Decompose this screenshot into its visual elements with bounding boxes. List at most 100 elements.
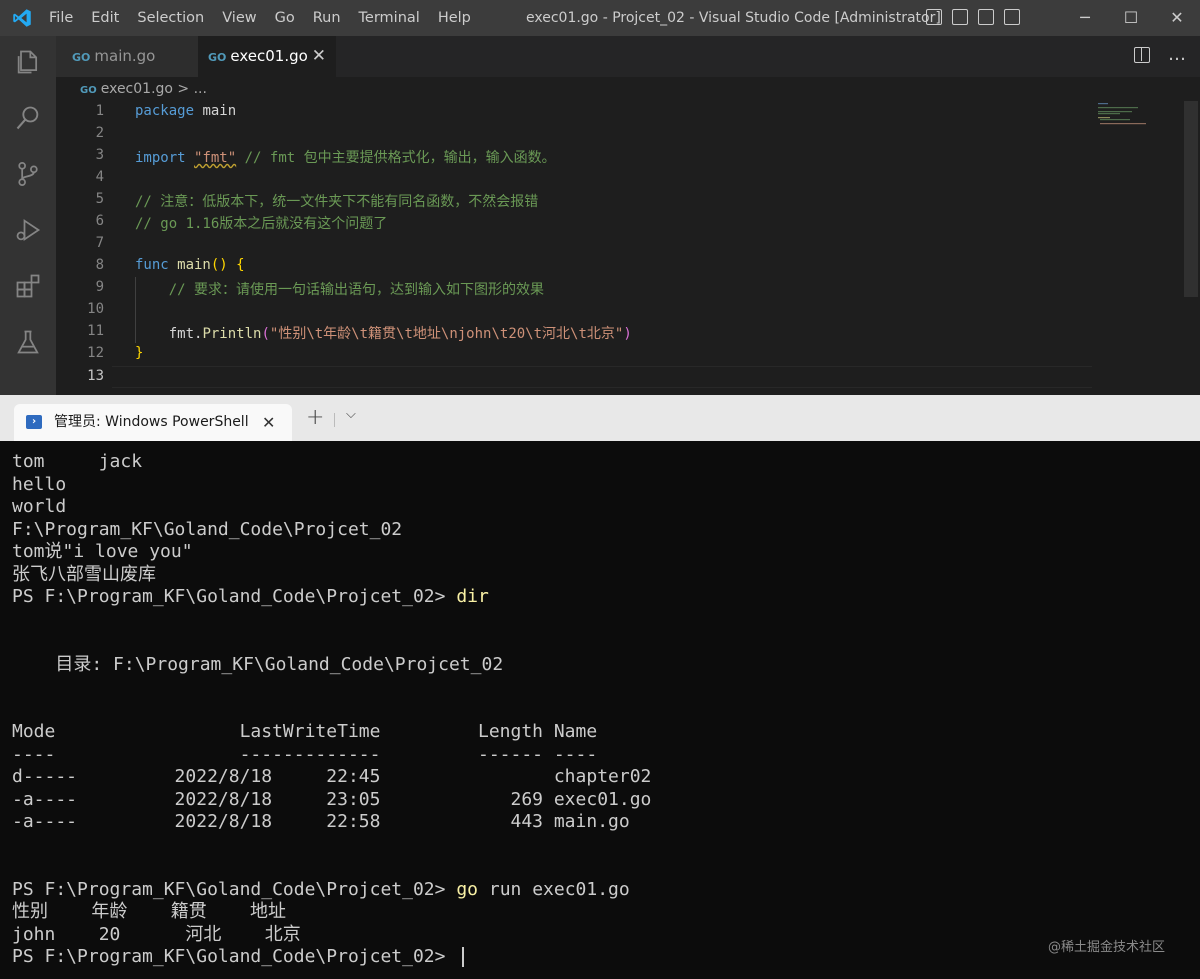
line-number: 4	[95, 169, 104, 185]
terminal-line: tom jack	[12, 451, 143, 472]
command: go	[456, 878, 479, 900]
code-line[interactable]: // 要求：请使用一句话输出语句，达到输入如下图形的效果	[135, 279, 544, 299]
breadcrumb-more[interactable]: ...	[194, 81, 207, 97]
terminal-prompt-line: PS F:\Program_KF\Goland_Code\Projcet_02>…	[12, 879, 630, 901]
terminal-line: 目录: F:\Program_KF\Goland_Code\Projcet_02	[12, 653, 504, 675]
code-line[interactable]: // go 1.16版本之后就没有这个问题了	[135, 213, 387, 233]
line-number: 5	[95, 191, 104, 207]
tab-exec01-go[interactable]: GO exec01.go ✕	[198, 36, 336, 77]
line-number: 7	[95, 235, 104, 251]
code-line[interactable]: fmt.Println("性别\t年龄\t籍贯\t地址\njohn\t20\t河…	[135, 323, 632, 343]
terminal-line: Mode LastWriteTime Length Name	[12, 721, 598, 742]
minimize-button[interactable]: ─	[1062, 0, 1108, 36]
code-line[interactable]: }	[135, 345, 143, 361]
text-cursor	[462, 947, 465, 967]
window-controls: ─ ☐ ✕	[1062, 0, 1200, 36]
menu-view[interactable]: View	[213, 0, 265, 36]
search-icon[interactable]	[14, 104, 42, 132]
go-file-icon: GO	[208, 51, 227, 64]
terminal-line: -a---- 2022/8/18 22:58 443 main.go	[12, 811, 630, 832]
terminal-prompt-line: PS F:\Program_KF\Goland_Code\Projcet_02>…	[12, 586, 489, 608]
close-window-button[interactable]: ✕	[1154, 0, 1200, 36]
terminal-line: john 20 河北 北京	[12, 923, 301, 945]
title-bar: File Edit Selection View Go Run Terminal…	[0, 0, 1200, 36]
line-number-current: 13	[87, 368, 104, 384]
code-line[interactable]: package main	[135, 103, 236, 119]
terminal-line: hello	[12, 473, 67, 495]
terminal-line: F:\Program_KF\Goland_Code\Projcet_02	[12, 518, 403, 540]
tab-main-go[interactable]: GO main.go	[56, 36, 198, 77]
extensions-icon[interactable]	[14, 272, 42, 300]
code-line[interactable]: import "fmt" // fmt 包中主要提供格式化，输出，输入函数。	[135, 147, 556, 167]
prompt: PS F:\Program_KF\Goland_Code\Projcet_02>	[12, 586, 457, 607]
testing-icon[interactable]	[14, 328, 42, 356]
maximize-button[interactable]: ☐	[1108, 0, 1154, 36]
close-tab-icon[interactable]: ✕	[312, 36, 326, 77]
run-debug-icon[interactable]	[14, 216, 42, 244]
close-tab-icon[interactable]: ✕	[262, 404, 275, 441]
line-number: 11	[87, 323, 104, 339]
explorer-icon[interactable]	[14, 48, 42, 76]
minimap[interactable]	[1096, 101, 1156, 131]
divider	[334, 413, 335, 427]
toggle-panel-icon[interactable]	[952, 9, 968, 25]
breadcrumb: GO exec01.go > ...	[56, 77, 1200, 101]
customize-layout-icon[interactable]	[1004, 9, 1020, 25]
code-line[interactable]: // 注意：低版本下，统一文件夹下不能有同名函数，不然会报错	[135, 191, 538, 211]
go-file-icon: GO	[80, 85, 97, 96]
prompt: PS F:\Program_KF\Goland_Code\Projcet_02>	[12, 878, 457, 900]
vscode-window: File Edit Selection View Go Run Terminal…	[0, 0, 1200, 395]
menu-selection[interactable]: Selection	[128, 0, 213, 36]
current-line-highlight	[112, 366, 1092, 388]
terminal-line: ---- ------------- ------ ----	[12, 743, 598, 765]
new-tab-button[interactable]: +	[306, 404, 324, 432]
command: dir	[456, 586, 489, 607]
window-title: exec01.go - Projcet_02 - Visual Studio C…	[526, 10, 941, 26]
menu-run[interactable]: Run	[304, 0, 350, 36]
watermark: @稀土掘金技术社区	[1048, 940, 1166, 955]
line-number: 3	[95, 147, 104, 163]
menu-bar: File Edit Selection View Go Run Terminal…	[40, 0, 480, 36]
vscode-logo-icon[interactable]	[12, 8, 32, 28]
more-actions-icon[interactable]: …	[1168, 36, 1186, 74]
powershell-window: › 管理员: Windows PowerShell ✕ + ⌵ tom jack…	[0, 395, 1200, 979]
terminal-line: 性别 年龄 籍贯 地址	[12, 901, 287, 922]
toggle-secondary-sidebar-icon[interactable]	[978, 9, 994, 25]
prompt: PS F:\Program_KF\Goland_Code\Projcet_02>	[12, 946, 457, 967]
powershell-icon: ›	[26, 415, 42, 429]
terminal-line: d----- 2022/8/18 22:45 chapter02	[12, 766, 652, 787]
split-editor-icon[interactable]	[1134, 47, 1150, 63]
terminal-tab-bar: › 管理员: Windows PowerShell ✕ + ⌵	[0, 395, 1200, 441]
menu-terminal[interactable]: Terminal	[350, 0, 429, 36]
line-number: 12	[87, 345, 104, 361]
line-number: 9	[95, 279, 104, 295]
line-number: 6	[95, 213, 104, 229]
code-line[interactable]: func main() {	[135, 257, 245, 273]
activity-bar	[0, 36, 56, 395]
chevron-right-icon: >	[177, 81, 190, 97]
terminal-tab[interactable]: › 管理员: Windows PowerShell ✕	[14, 404, 292, 441]
terminal-prompt-line: PS F:\Program_KF\Goland_Code\Projcet_02>	[12, 946, 465, 968]
menu-file[interactable]: File	[40, 0, 82, 36]
terminal-tab-title: 管理员: Windows PowerShell	[54, 414, 249, 430]
source-control-icon[interactable]	[14, 160, 42, 188]
menu-edit[interactable]: Edit	[82, 0, 128, 36]
layout-controls	[926, 9, 1024, 25]
terminal-line: 张飞八部雪山废库	[12, 563, 156, 585]
toggle-primary-sidebar-icon[interactable]	[926, 9, 942, 25]
line-number: 1	[95, 103, 104, 119]
tab-label: main.go	[94, 47, 156, 65]
line-number: 8	[95, 257, 104, 273]
line-number: 10	[87, 301, 104, 317]
chevron-down-icon[interactable]: ⌵	[346, 407, 356, 422]
terminal-line: world	[12, 496, 67, 517]
line-number: 2	[95, 125, 104, 141]
breadcrumb-file[interactable]: exec01.go	[101, 81, 173, 97]
go-file-icon: GO	[72, 51, 91, 64]
code-editor[interactable]: 1 2 3 4 5 6 7 8 9 10 11 12 13 package ma…	[56, 101, 1200, 395]
command-args: run exec01.go	[478, 878, 630, 900]
terminal-line: tom说"i love you"	[12, 541, 193, 562]
menu-help[interactable]: Help	[429, 0, 480, 36]
editor-scrollbar[interactable]	[1184, 101, 1198, 297]
menu-go[interactable]: Go	[266, 0, 304, 36]
